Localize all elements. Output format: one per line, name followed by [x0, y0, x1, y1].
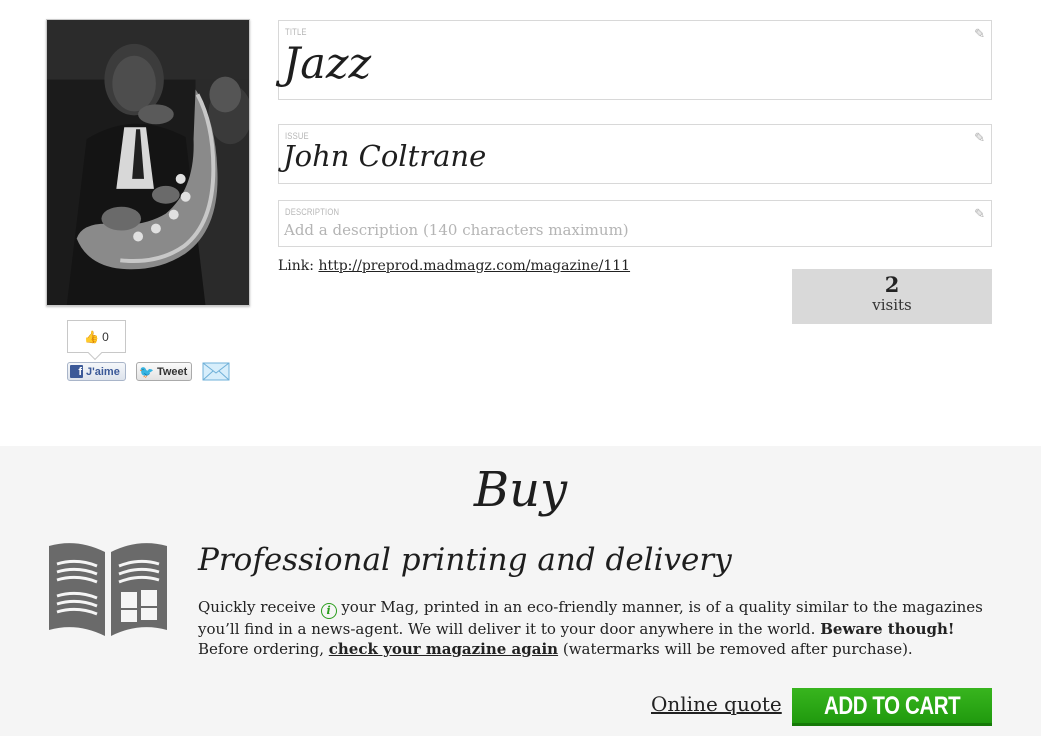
- twitter-icon: 🐦: [139, 364, 154, 379]
- printing-delivery-heading: Professional printing and delivery: [198, 542, 732, 578]
- add-to-cart-label: ADD TO CART: [823, 692, 961, 720]
- pencil-icon[interactable]: ✎: [974, 131, 985, 146]
- email-share-button[interactable]: [202, 361, 230, 382]
- desc-part-3: Before ordering,: [198, 640, 324, 658]
- desc-warning: Beware though!: [820, 620, 955, 638]
- visits-count: 2: [884, 272, 900, 297]
- email-icon: [202, 362, 230, 381]
- pencil-icon[interactable]: ✎: [974, 207, 985, 222]
- title-value[interactable]: Jazz: [283, 39, 371, 89]
- buy-section: Buy Professional printing and delivery Q…: [0, 446, 1041, 736]
- open-book-icon: [49, 543, 167, 636]
- add-to-cart-button[interactable]: ADD TO CART: [792, 688, 992, 726]
- check-magazine-link[interactable]: check your magazine again: [329, 640, 558, 658]
- visits-label: visits: [872, 296, 912, 314]
- desc-part-1: Quickly receive: [198, 598, 316, 616]
- desc-part-4: (watermarks will be removed after purcha…: [562, 640, 913, 658]
- info-icon[interactable]: i: [320, 603, 337, 619]
- issue-value[interactable]: John Coltrane: [283, 139, 486, 173]
- facebook-like-button[interactable]: f J'aime: [67, 362, 126, 381]
- facebook-like-label: J'aime: [86, 365, 120, 378]
- issue-field[interactable]: ISSUE ✎ John Coltrane: [278, 124, 992, 184]
- like-count-value: 0: [102, 329, 109, 344]
- buy-heading: Buy: [473, 462, 568, 518]
- tweet-button[interactable]: 🐦 Tweet: [136, 362, 192, 381]
- link-prefix: Link:: [278, 258, 314, 274]
- thumbs-up-icon: 👍: [84, 329, 100, 344]
- printing-description: Quickly receive i your Mag, printed in a…: [198, 597, 998, 659]
- description-placeholder[interactable]: Add a description (140 characters maximu…: [284, 221, 629, 239]
- visits-counter: 2 visits: [792, 269, 992, 324]
- magazine-cover-image[interactable]: [46, 19, 250, 306]
- like-counter: 👍 0: [67, 320, 126, 353]
- magazine-link[interactable]: http://preprod.madmagz.com/magazine/111: [318, 258, 630, 274]
- magazine-link-row: Link: http://preprod.madmagz.com/magazin…: [278, 258, 630, 274]
- online-quote-link[interactable]: Online quote: [651, 692, 782, 716]
- title-field[interactable]: TITLE ✎ Jazz: [278, 20, 992, 100]
- description-field[interactable]: DESCRIPTION ✎ Add a description (140 cha…: [278, 200, 992, 247]
- tweet-label: Tweet: [156, 365, 188, 378]
- title-label: TITLE: [285, 27, 307, 37]
- description-label: DESCRIPTION: [285, 207, 340, 217]
- facebook-icon: f: [70, 365, 83, 378]
- pencil-icon[interactable]: ✎: [974, 27, 985, 42]
